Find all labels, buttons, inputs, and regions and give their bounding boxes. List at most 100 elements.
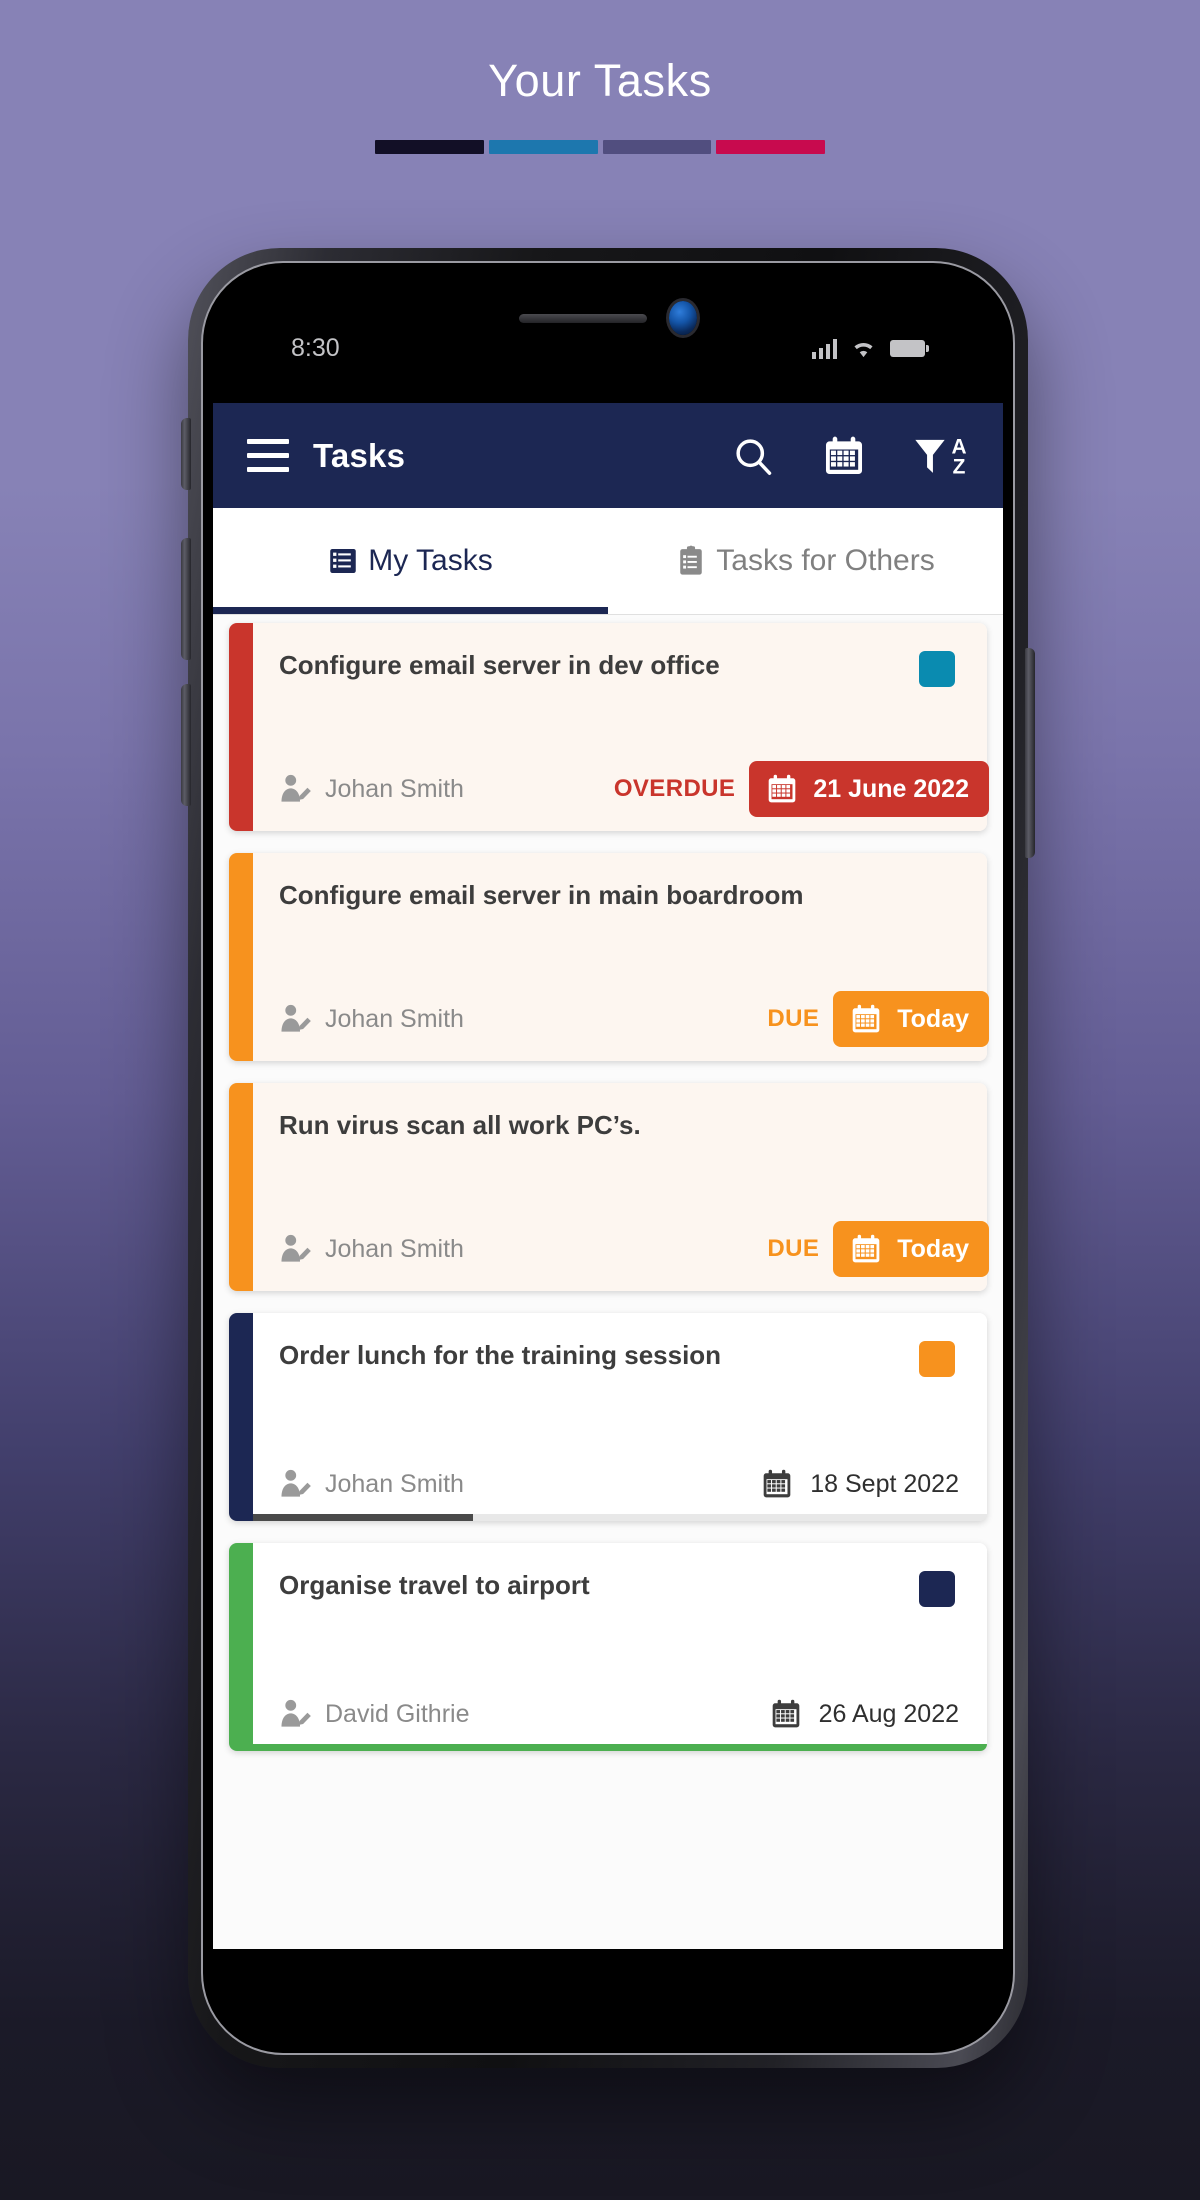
filter-sort-icon[interactable]: A Z	[913, 434, 971, 478]
calendar-icon	[772, 1699, 799, 1728]
tab-my-tasks-label: My Tasks	[368, 544, 493, 577]
task-title: Configure email server in main boardroom	[279, 880, 804, 910]
task-due-group: DUE Today	[767, 1221, 989, 1277]
task-due-group: 26 Aug 2022	[769, 1697, 959, 1731]
clipboard-icon	[680, 545, 703, 575]
task-due-date-pill[interactable]: Today	[833, 1221, 989, 1277]
tab-bar: My Tasks Tasks for Others	[213, 508, 1003, 615]
calendar-icon	[852, 1004, 880, 1033]
poster-background: Your Tasks 8:30 Tasks A Z My Tasks Tasks…	[0, 0, 1200, 2200]
status-bar: 8:30	[213, 325, 1003, 371]
task-due-date-text: 26 Aug 2022	[818, 1699, 959, 1728]
task-assignee-name: Johan Smith	[325, 1004, 464, 1033]
assignee-icon	[281, 774, 311, 802]
hamburger-menu-icon[interactable]	[247, 439, 289, 472]
task-due-date-pill[interactable]: 21 June 2022	[749, 761, 989, 817]
app-bar-title: Tasks	[313, 436, 406, 474]
search-icon[interactable]	[731, 434, 775, 478]
task-card-body: Configure email server in dev office Joha…	[253, 623, 989, 831]
task-card[interactable]: Configure email server in dev office Joha…	[229, 623, 989, 831]
task-due-date-pill[interactable]: Today	[833, 991, 989, 1047]
assignee-icon	[281, 1469, 311, 1497]
task-due-date-text: 18 Sept 2022	[810, 1469, 959, 1498]
volume-up-button[interactable]	[181, 538, 191, 660]
task-progress-bar	[253, 1514, 987, 1521]
task-due-status-badge: DUE	[767, 1005, 820, 1032]
phone-screen: 8:30 Tasks A Z My Tasks Tasks for Others…	[213, 273, 1003, 2043]
assignee-icon	[281, 1234, 311, 1262]
task-assignee-name: Johan Smith	[325, 774, 464, 803]
task-due-status-badge: OVERDUE	[613, 775, 736, 802]
task-card-body: Configure email server in main boardroom…	[253, 853, 989, 1061]
volume-down-button[interactable]	[181, 684, 191, 806]
task-card-body: Order lunch for the training session Joha…	[253, 1313, 987, 1521]
calendar-icon	[852, 1234, 880, 1263]
task-category-chip[interactable]	[919, 1571, 955, 1607]
battery-icon	[890, 339, 929, 357]
task-assignee: Johan Smith	[279, 1003, 464, 1035]
task-due-date[interactable]: 26 Aug 2022	[769, 1697, 959, 1731]
calendar-icon	[769, 774, 796, 803]
color-bar-segment-2	[488, 139, 598, 154]
status-bar-time: 8:30	[291, 333, 340, 362]
task-category-chip[interactable]	[919, 651, 955, 687]
tab-my-tasks[interactable]: My Tasks	[213, 508, 608, 614]
task-card-body: Run virus scan all work PC’s. Johan Smith…	[253, 1083, 989, 1291]
phone-bezel: 8:30 Tasks A Z My Tasks Tasks for Others…	[201, 261, 1015, 2055]
task-priority-stripe	[229, 1083, 253, 1291]
task-card[interactable]: Configure email server in main boardroom…	[229, 853, 989, 1061]
task-due-date-text: 21 June 2022	[813, 774, 969, 803]
task-priority-stripe	[229, 623, 253, 831]
assignee-icon	[281, 1699, 311, 1727]
signal-icon	[811, 338, 837, 359]
task-priority-stripe	[229, 1543, 253, 1751]
task-due-group: DUE Today	[767, 991, 989, 1047]
task-due-date-text: Today	[897, 1004, 969, 1033]
task-progress-fill	[253, 1744, 987, 1751]
poster-header: Your Tasks	[0, 56, 1200, 154]
task-title: Order lunch for the training session	[279, 1340, 722, 1370]
task-assignee: Johan Smith	[279, 1233, 464, 1265]
app-viewport: Tasks A Z My Tasks Tasks for Others Conf…	[213, 403, 1003, 1949]
task-card-footer: David Githrie 26 Aug 2022	[279, 1691, 959, 1751]
task-due-group: OVERDUE 21 June 2022	[613, 761, 989, 817]
wifi-icon	[854, 342, 873, 357]
task-card[interactable]: Order lunch for the training session Joha…	[229, 1313, 987, 1521]
task-due-group: 18 Sept 2022	[760, 1467, 959, 1501]
list-icon	[330, 549, 357, 573]
assignee-icon	[281, 1004, 311, 1032]
task-assignee-name: David Githrie	[325, 1699, 470, 1728]
task-assignee: David Githrie	[279, 1698, 470, 1730]
app-bar: Tasks A Z	[213, 403, 1003, 508]
status-bar-indicators	[811, 338, 929, 359]
task-card-footer: Johan Smith OVERDUE 21 June 2022	[279, 761, 989, 831]
earpiece-speaker	[519, 313, 647, 323]
calendar-icon[interactable]	[821, 433, 867, 479]
task-category-chip[interactable]	[919, 1341, 955, 1377]
task-assignee: Johan Smith	[279, 773, 464, 805]
task-list[interactable]: Configure email server in dev office Joha…	[213, 615, 1003, 1949]
tab-tasks-for-others[interactable]: Tasks for Others	[608, 508, 1003, 614]
task-due-date[interactable]: 18 Sept 2022	[760, 1467, 959, 1501]
task-card-footer: Johan Smith DUE Today	[279, 1221, 989, 1291]
color-accent-bar	[375, 139, 825, 154]
task-due-status-badge: DUE	[767, 1235, 820, 1262]
phone-mockup: 8:30 Tasks A Z My Tasks Tasks for Others…	[181, 248, 1035, 2068]
task-card[interactable]: Run virus scan all work PC’s. Johan Smith…	[229, 1083, 989, 1291]
task-card-footer: Johan Smith 18 Sept 2022	[279, 1461, 959, 1521]
task-card[interactable]: Organise travel to airport David Githrie 2…	[229, 1543, 987, 1751]
phone-bottom-chin	[213, 1949, 1003, 2043]
page-title: Your Tasks	[488, 55, 712, 106]
task-assignee-name: Johan Smith	[325, 1234, 464, 1263]
power-button[interactable]	[1025, 648, 1035, 858]
task-assignee: Johan Smith	[279, 1468, 464, 1500]
task-progress-fill	[253, 1514, 474, 1521]
color-bar-segment-3	[602, 139, 712, 154]
task-title: Organise travel to airport	[279, 1570, 590, 1600]
svg-text:Z: Z	[953, 455, 966, 477]
silent-switch-button[interactable]	[181, 418, 191, 490]
task-due-date-text: Today	[897, 1234, 969, 1263]
task-title: Run virus scan all work PC’s.	[279, 1110, 641, 1140]
color-bar-segment-4	[716, 139, 825, 154]
tab-tasks-for-others-label: Tasks for Others	[716, 544, 935, 577]
